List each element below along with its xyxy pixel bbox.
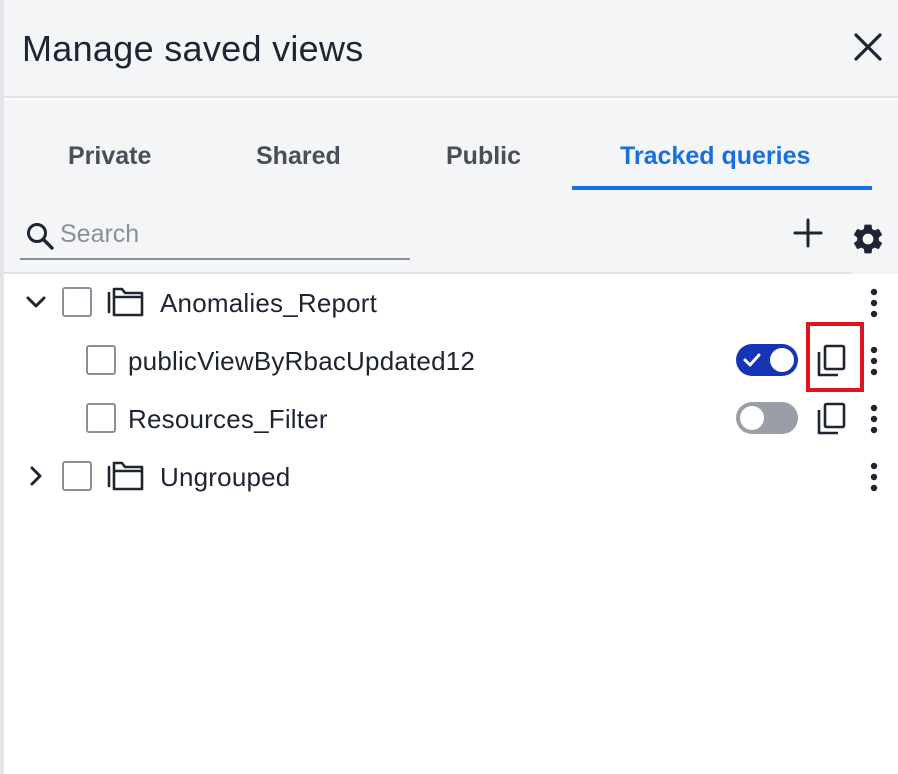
more-options-button[interactable] (862, 286, 886, 320)
check-icon (743, 353, 761, 367)
tree-group-row: Anomalies_Report (4, 274, 898, 330)
plus-icon (793, 218, 823, 248)
tab-public[interactable]: Public (446, 142, 521, 171)
group-checkbox[interactable] (62, 461, 92, 491)
copy-icon (817, 402, 846, 435)
search-box (20, 210, 410, 260)
tabs-and-search-area: Private Shared Public Tracked queries (4, 100, 898, 274)
more-options-button[interactable] (862, 460, 886, 494)
more-options-button[interactable] (862, 402, 886, 436)
group-name[interactable]: Anomalies_Report (160, 288, 377, 319)
expand-toggle[interactable] (22, 288, 50, 316)
more-options-button[interactable] (862, 344, 886, 378)
gear-icon (853, 224, 883, 254)
dialog-title: Manage saved views (22, 28, 364, 69)
tab-tracked-queries[interactable]: Tracked queries (620, 142, 810, 171)
search-input[interactable] (60, 214, 405, 254)
folder-stack-icon (107, 461, 144, 491)
group-checkbox[interactable] (62, 287, 92, 317)
chevron-down-icon (26, 296, 46, 308)
kebab-menu-icon (870, 462, 878, 492)
toggle-knob (740, 406, 764, 430)
dialog-header: Manage saved views (4, 0, 898, 98)
tracking-toggle[interactable] (736, 402, 798, 434)
item-checkbox[interactable] (86, 345, 116, 375)
tree-group-row: Ungrouped (4, 448, 898, 504)
tree-item-row: Resources_Filter (4, 390, 898, 446)
close-button[interactable] (850, 29, 886, 65)
close-icon (854, 33, 882, 61)
expand-toggle[interactable] (22, 462, 50, 490)
manage-saved-views-panel: Manage saved views Private Shared Public… (0, 0, 898, 774)
toggle-knob (770, 348, 794, 372)
search-icon (27, 223, 54, 250)
settings-button[interactable] (850, 221, 886, 257)
tree-item-row: publicViewByRbacUpdated12 (4, 332, 898, 388)
folder-stack-icon (107, 287, 144, 317)
kebab-menu-icon (870, 404, 878, 434)
copy-button[interactable] (814, 401, 848, 437)
tab-shared[interactable]: Shared (256, 142, 341, 171)
tab-private[interactable]: Private (68, 142, 151, 171)
item-name[interactable]: publicViewByRbacUpdated12 (128, 346, 475, 377)
highlight-box (806, 322, 864, 392)
group-name[interactable]: Ungrouped (160, 462, 290, 493)
kebab-menu-icon (870, 346, 878, 376)
item-checkbox[interactable] (86, 403, 116, 433)
tracking-toggle[interactable] (736, 344, 798, 376)
chevron-right-icon (30, 466, 42, 486)
item-name[interactable]: Resources_Filter (128, 404, 328, 435)
active-tab-indicator (572, 186, 872, 190)
kebab-menu-icon (870, 288, 878, 318)
add-button[interactable] (790, 215, 826, 251)
